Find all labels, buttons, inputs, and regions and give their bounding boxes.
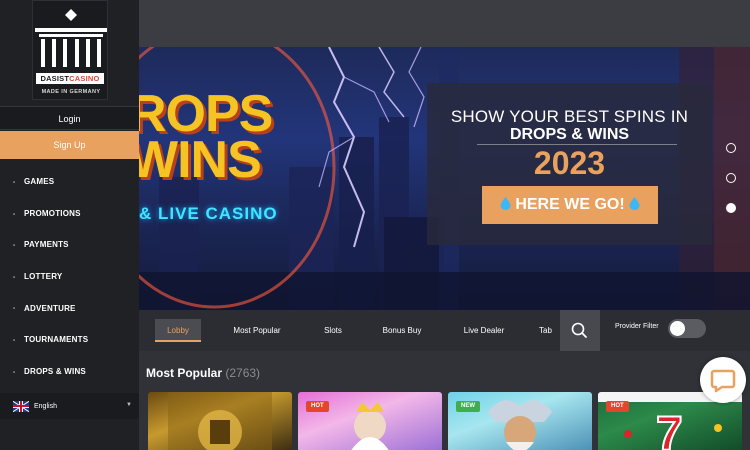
bullet-icon: • [13,180,16,186]
category-tabs: Lobby Most Popular Slots Bonus Buy Live … [139,310,750,351]
water-drop-icon [629,197,640,210]
signup-button[interactable]: Sign Up [0,131,139,159]
hero-cta-button[interactable]: HERE WE GO! [482,186,658,224]
hero-banner[interactable]: ROPS WINS & LIVE CASINO SHOW YOUR BEST S… [139,47,750,310]
slide-indicators [726,143,738,233]
search-icon [571,322,587,338]
brand-logo[interactable]: DASISTCASINO MADE IN GERMANY [32,0,108,100]
promo-line-2: WINS [139,131,262,189]
brand-name: DASISTCASINO [36,73,104,84]
section-title: Most Popular (2763) [146,366,260,380]
water-drop-icon [500,197,511,210]
login-button[interactable]: Login [0,106,139,130]
game-card[interactable]: HOT [298,392,442,450]
sidebar-item-label: TOURNAMENTS [24,335,89,345]
tab-bonus-buy[interactable]: Bonus Buy [377,319,427,342]
search-button[interactable] [560,310,600,351]
sidebar-item-drops-wins[interactable]: • DROPS & WINS [0,356,139,388]
bullet-icon: • [13,274,16,281]
bullet-icon: • [13,243,16,250]
language-selector[interactable]: English ▼ [0,393,139,419]
svg-text:7: 7 [656,408,683,450]
promo-subtitle: & LIVE CASINO [139,204,278,223]
slide-dot-2[interactable] [726,173,736,183]
toggle-knob [670,321,685,336]
brandenburg-gate-icon [35,9,107,67]
brand-tagline: MADE IN GERMANY [41,89,101,95]
hot-badge: HOT [606,401,629,412]
provider-filter-toggle[interactable] [668,319,706,338]
sidebar-item-label: PROMOTIONS [24,208,81,218]
game-card[interactable]: NEW [448,392,592,450]
section-title-label: Most Popular [146,366,223,380]
tab-slots[interactable]: Slots [317,319,349,342]
promo-logo-text: ROPS WINS [139,88,294,189]
bullet-icon: • [13,211,16,218]
sidebar-item-label: ADVENTURE [24,303,76,313]
chevron-down-icon: ▼ [126,402,132,408]
hot-badge: HOT [306,401,329,412]
sidebar-item-adventure[interactable]: • ADVENTURE [0,292,139,324]
tab-table[interactable]: Tab [539,319,559,342]
page: DASISTCASINO MADE IN GERMANY Login Sign … [0,0,750,450]
tab-live-dealer[interactable]: Live Dealer [457,319,511,342]
sidebar-item-lottery[interactable]: • LOTTERY [0,261,139,293]
hero-subheadline: DROPS & WINS [509,126,630,143]
game-card[interactable] [148,392,292,450]
provider-filter-label: Provider Filter [615,323,659,330]
sidebar-item-label: PAYMENTS [24,240,69,250]
slide-dot-3[interactable] [726,203,736,213]
hero-year: 2023 [533,145,606,181]
section-count: (2763) [225,366,261,380]
chat-button[interactable] [700,357,746,403]
game-card-row: HOT NEW 7 HOT [148,392,750,450]
hero-promo-box: SHOW YOUR BEST SPINS IN DROPS & WINS 202… [427,83,712,245]
sidebar-item-label: GAMES [24,177,55,187]
slide-dot-1[interactable] [726,143,736,153]
tab-lobby[interactable]: Lobby [155,319,201,342]
sidebar-nav: • GAMES • PROMOTIONS • PAYMENTS • LOTTER… [0,166,139,387]
sidebar-item-label: DROPS & WINS [24,366,86,376]
chat-icon [710,369,736,393]
sidebar-item-promotions[interactable]: • PROMOTIONS [0,198,139,230]
bullet-icon: • [13,337,16,344]
tab-most-popular[interactable]: Most Popular [225,319,289,342]
sidebar-item-games[interactable]: • GAMES [0,166,139,198]
bullet-icon: • [13,369,16,376]
game-thumbnail [168,392,272,450]
uk-flag-icon [13,400,29,412]
hero-headline: SHOW YOUR BEST SPINS IN [450,107,689,126]
sidebar-item-payments[interactable]: • PAYMENTS [0,229,139,261]
language-label: English [34,402,57,410]
sidebar-item-tournaments[interactable]: • TOURNAMENTS [0,324,139,356]
sidebar-item-label: LOTTERY [24,272,63,282]
sidebar: DASISTCASINO MADE IN GERMANY Login Sign … [0,0,139,450]
new-badge: NEW [456,401,480,412]
hero-cta-label: HERE WE GO! [515,196,625,213]
bullet-icon: • [13,306,16,313]
